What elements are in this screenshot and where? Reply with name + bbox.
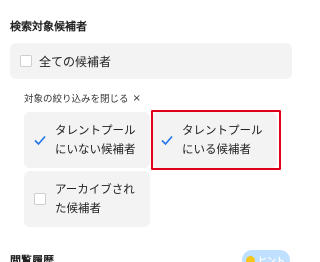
hint-label: ヒント <box>258 256 286 262</box>
close-icon: × <box>132 92 141 104</box>
close-filter-label: 対象の絞り込みを閉じる <box>24 94 129 105</box>
hint-button[interactable]: ヒント <box>242 250 290 262</box>
close-filter-link[interactable]: 対象の絞り込みを閉じる × <box>24 91 141 106</box>
option-label: タレントプール にいる候補者 <box>182 123 263 156</box>
checked-checkbox-icon[interactable] <box>34 134 46 146</box>
option-in-talent-pool[interactable]: タレントプール にいる候補者 <box>151 112 277 168</box>
option-not-in-talent-pool[interactable]: タレントプール にいない候補者 <box>24 112 150 168</box>
option-label: タレントプール にいない候補者 <box>55 123 136 156</box>
section-title: 検索対象候補者 <box>10 20 87 33</box>
all-candidates-label: 全ての候補者 <box>39 54 112 69</box>
archived-checkbox[interactable] <box>34 193 46 205</box>
history-title: 閲覧履歴 <box>10 254 54 262</box>
all-candidates-checkbox[interactable] <box>20 55 32 67</box>
option-label: アーカイブされ た候補者 <box>55 182 135 215</box>
all-candidates-option[interactable]: 全ての候補者 <box>10 43 292 79</box>
lightbulb-icon <box>246 255 255 262</box>
checked-checkbox-icon[interactable] <box>161 134 173 146</box>
option-archived[interactable]: アーカイブされ た候補者 <box>24 171 150 227</box>
candidate-filter-panel: 検索対象候補者 全ての候補者 対象の絞り込みを閉じる × タレントプール にいな… <box>0 0 310 262</box>
